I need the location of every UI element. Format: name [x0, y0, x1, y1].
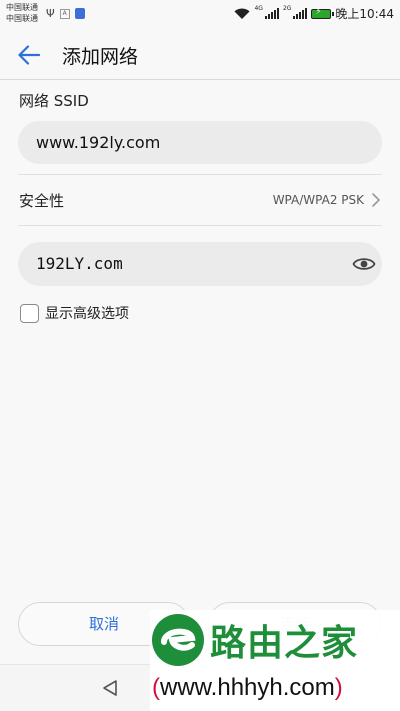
ssid-input[interactable]: www.192ly.com — [18, 121, 382, 164]
input-method-icon: A — [59, 8, 70, 19]
app-header: 添加网络 — [0, 28, 400, 80]
status-right: 4G 2G ⚡ 晚上10:44 — [234, 5, 394, 22]
password-input[interactable]: 192LY.com — [18, 242, 382, 286]
signal-icon — [264, 8, 279, 19]
watermark: 路由之家 (www.hhhyh.com) — [150, 610, 400, 711]
watermark-paren-close: ) — [334, 674, 343, 701]
watermark-logo-icon — [152, 614, 204, 666]
network-type-1: 4G — [254, 5, 263, 12]
network-type-2: 2G — [282, 5, 292, 12]
battery-icon: ⚡ — [311, 7, 335, 19]
watermark-url-text: www.hhhyh.com — [160, 674, 335, 701]
watermark-paren-open: ( — [152, 674, 160, 701]
advanced-options-checkbox[interactable] — [20, 303, 39, 323]
usb-icon: Ψ — [46, 7, 55, 20]
advanced-options-row[interactable]: 显示高级选项 — [20, 303, 129, 323]
security-row[interactable]: 安全性 WPA/WPA2 PSK — [0, 175, 400, 225]
status-bar: 中国联通 中国联通 Ψ A 4G 2G ⚡ 晚上10:44 — [0, 0, 400, 28]
triangle-back-icon[interactable] — [101, 679, 119, 697]
page-title: 添加网络 — [62, 46, 139, 68]
app-notification-icon — [74, 8, 85, 19]
divider — [18, 225, 382, 226]
chevron-right-icon — [372, 193, 380, 207]
watermark-url: (www.hhhyh.com) — [152, 674, 343, 702]
security-value: WPA/WPA2 PSK — [272, 193, 364, 207]
clock: 晚上10:44 — [335, 7, 394, 21]
watermark-title: 路由之家 — [210, 623, 359, 664]
signal-icon-2 — [293, 8, 308, 19]
wifi-icon — [234, 8, 250, 19]
ssid-label: 网络 SSID — [19, 92, 89, 110]
security-label: 安全性 — [19, 192, 65, 210]
carrier-2: 中国联通 — [6, 14, 38, 23]
notification-icons: Ψ A — [46, 7, 85, 20]
carrier-1: 中国联通 — [6, 3, 38, 12]
back-button[interactable] — [14, 40, 44, 70]
arrow-left-icon — [18, 45, 40, 65]
carrier-info: 中国联通 中国联通 — [6, 2, 38, 24]
eye-icon[interactable] — [352, 253, 376, 275]
advanced-options-label: 显示高级选项 — [45, 306, 129, 322]
